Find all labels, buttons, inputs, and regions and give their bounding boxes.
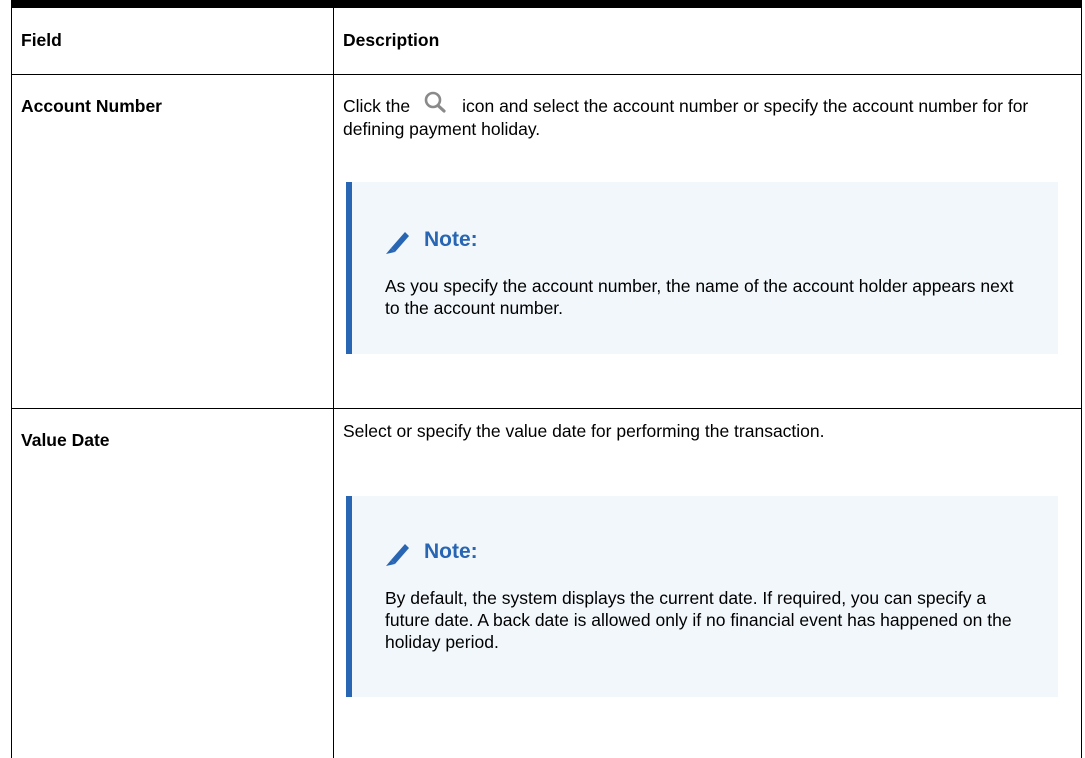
note-box: Note: As you specify the account number,… <box>346 181 1058 354</box>
pencil-icon <box>382 538 412 566</box>
pencil-icon <box>382 226 412 254</box>
header-description: Description <box>333 0 1082 75</box>
table-row-account-number: Account Number Click the icon and select … <box>11 73 1082 409</box>
description-value-date: Select or specify the value date for per… <box>333 407 1082 758</box>
search-icon[interactable] <box>419 88 453 113</box>
field-description-table: Field Description Account Number Click t… <box>11 0 1082 758</box>
note-title: Note: <box>424 227 478 251</box>
description-text: Click the icon and select the account num… <box>343 91 1069 140</box>
note-box: Note: By default, the system displays th… <box>346 495 1058 697</box>
desc-before-icon: Click the <box>343 95 411 116</box>
table-row-value-date: Value Date Select or specify the value d… <box>11 407 1082 758</box>
note-text: By default, the system displays the curr… <box>385 587 1012 652</box>
note-title: Note: <box>424 539 478 563</box>
note-header: Note: <box>382 226 1028 254</box>
field-name-account-number: Account Number <box>11 73 334 409</box>
description-text: Select or specify the value date for per… <box>343 420 825 441</box>
table-header-row: Field Description <box>11 0 1082 75</box>
header-field: Field <box>11 0 334 75</box>
note-header: Note: <box>382 538 1028 566</box>
field-name-value-date: Value Date <box>11 407 334 758</box>
description-account-number: Click the icon and select the account num… <box>333 73 1082 409</box>
note-text: As you specify the account number, the n… <box>385 275 1014 318</box>
